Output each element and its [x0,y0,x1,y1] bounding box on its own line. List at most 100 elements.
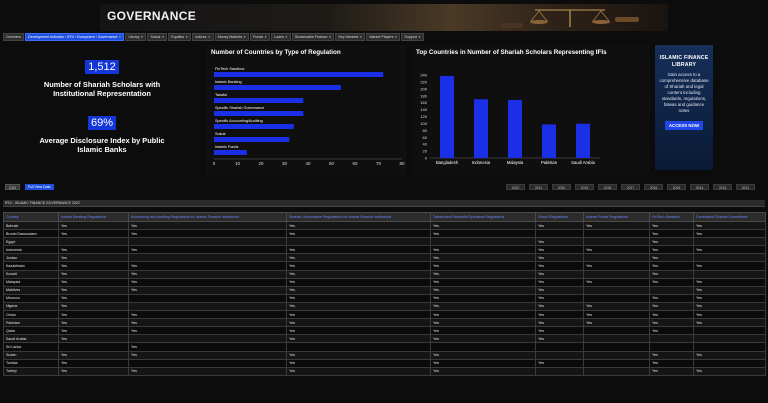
kpi-panel: 1,512 Number of Shariah Scholars with In… [3,45,201,175]
column-header[interactable]: Islamic Banking Regulations [58,212,129,222]
country-cell: Kuwait [3,269,59,279]
country-cell: Sri Lanka [3,342,59,352]
regulation-cell [430,237,536,247]
regulation-cell: Yes [286,334,431,344]
year-button[interactable]: 2017 [621,184,640,190]
regulation-cell [128,237,287,247]
regulation-cell: Yes [693,293,766,303]
country-cell: Maldives [3,285,59,295]
year-button[interactable]: 2016 [644,184,663,190]
regulation-cell: Yes [649,269,694,279]
regulation-cell: Yes [535,237,584,247]
table-row: Sri Lanka Yes [3,342,766,352]
nav-item[interactable]: Sukuk ▼ [147,33,168,41]
country-cell: Jordan [3,253,59,263]
nav-item[interactable]: Sustainable Finance ▼ [291,33,335,41]
regulation-cell: Yes [128,318,287,328]
nav-item[interactable]: Market Players ▼ [366,33,401,41]
country-cell: Pakistan [3,318,59,328]
column-header[interactable]: Shariah Governance Regulations for Islam… [286,212,431,222]
year-button[interactable]: 2014 [690,184,709,190]
data-controls: CSV Full View Data 2022 2021 2020 2019 2018 2… [3,184,765,192]
country-cell: Morocco [3,293,59,303]
bar [214,85,341,90]
column-header[interactable]: Islamic Funds Regulations [583,212,650,222]
regulation-cell: Yes [286,366,431,376]
country-cell: Bahrain [3,220,59,231]
nav-item[interactable]: Key Markets ▼ [335,33,366,41]
regulation-cell: Yes [286,253,431,263]
column-header[interactable]: Centralised Shariah Committees [693,212,766,222]
regulation-cell: Yes [286,358,431,368]
library-ad[interactable]: ISLAMIC FINANCE LIBRARY Gain access to a… [655,45,713,170]
nav-item[interactable]: Money Markets ▼ [214,33,250,41]
regulation-cell: Yes [583,318,650,328]
regulation-cell: Yes [58,301,129,312]
full-view-data-button[interactable]: Full View Data [25,184,54,190]
regulation-cell: Yes [430,253,536,263]
year-button[interactable]: 2012 [736,184,755,190]
ad-body: Gain access to a comprehensive database … [659,72,709,113]
nav-item-label: Overview [6,35,21,39]
year-button[interactable]: 2018 [598,184,617,190]
regulation-cell [583,293,650,303]
access-now-button[interactable]: ACCESS NOW [664,121,704,130]
x-tick-label: 50 [329,161,335,166]
regulation-cell: Yes [58,285,129,295]
regulation-cell [583,342,650,352]
y-tick-label: 160 [420,100,427,105]
page-root: GOVERNANCE Overview Development Indicator… [0,0,768,403]
table-row: Saudi Arabia Yes Yes Yes Yes [3,334,766,344]
nav-item[interactable]: Overview [3,33,24,41]
year-button[interactable]: 2013 [713,184,732,190]
regulation-cell [583,358,650,368]
year-button[interactable]: 2022 [506,184,525,190]
regulation-cell [535,342,584,352]
regulation-cell: Yes [430,220,536,231]
csv-button[interactable]: CSV [5,184,21,190]
regulation-cell: Yes [286,277,431,287]
column-header[interactable]: Takaful and Retakaful Operation Regulati… [430,212,536,222]
regulation-cell: Yes [430,358,536,368]
category-label: Pakistan [541,160,558,165]
nav-item[interactable]: Loans ▼ [271,33,291,41]
regulation-cell [128,293,287,303]
regulation-cell: Yes [430,269,536,279]
column-header[interactable]: Accounting and Auditing Regulations for … [128,212,287,222]
year-button[interactable]: 2015 [667,184,686,190]
year-button[interactable]: 2021 [529,184,548,190]
x-tick-label: 20 [258,161,264,166]
regulation-cell: Yes [583,245,650,255]
regulation-cell: Yes [535,261,584,271]
nav-item[interactable]: Development Indicator › IFDI › Ecosystem… [24,33,125,41]
nav-item-label: Loans [274,35,284,39]
regulation-cell: Yes [58,334,129,344]
regulation-cell: Yes [430,310,536,320]
y-tick-label: 20 [423,149,428,154]
regulation-cell [535,366,584,376]
category-label: Sukuk [215,132,226,136]
regulation-cell: Yes [286,318,431,328]
regulation-cell [693,253,766,263]
regulation-cell: Yes [693,350,766,360]
nav-item[interactable]: Support ▼ [401,33,424,41]
nav-item[interactable]: Funds ▼ [250,33,271,41]
nav-item[interactable]: Indices ▼ [192,33,214,41]
nav-item[interactable]: Library ▼ [125,33,147,41]
column-header[interactable]: FinTech Sandbox [649,212,694,222]
page-title: GOVERNANCE [107,9,197,23]
regulation-cell [583,334,650,344]
regulation-cell: Yes [430,318,536,328]
scholars-chart-panel: Top Countries in Number of Shariah Schol… [412,45,650,175]
regulation-cell: Yes [535,334,584,344]
bar [508,99,522,158]
column-header[interactable]: Sukuk Regulations [535,212,584,222]
y-tick-label: 200 [420,86,427,91]
column-header[interactable]: Country [3,212,59,222]
regulation-cell [286,237,431,247]
nav-item[interactable]: Equities ▼ [168,33,192,41]
year-button[interactable]: 2020 [552,184,571,190]
year-button[interactable]: 2019 [575,184,594,190]
regulation-cell: Yes [583,301,650,312]
table-row: Tunisia Yes Yes Yes Yes Yes [3,358,766,368]
